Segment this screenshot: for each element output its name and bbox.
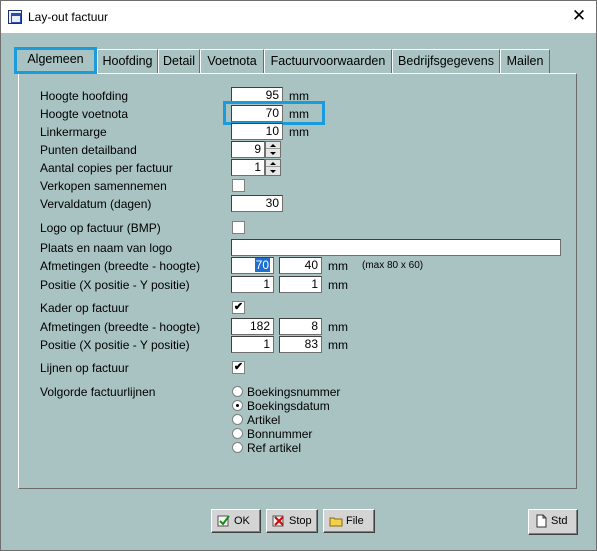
radio-circle[interactable]: [232, 386, 243, 397]
label-volgorde-factuurlijnen: Volgorde factuurlijnen: [40, 385, 156, 399]
linkermarge-input[interactable]: 10: [231, 123, 283, 140]
logo-breedte-input[interactable]: 70: [231, 257, 274, 274]
logo-y-input[interactable]: 1: [279, 276, 322, 293]
label-linkermarge: Linkermarge: [40, 125, 107, 139]
label-kader-op-factuur: Kader op factuur: [40, 301, 129, 315]
ok-check-icon: [217, 515, 230, 527]
label-logo-op-factuur: Logo op factuur (BMP): [40, 221, 161, 235]
unit-logo-positie: mm: [328, 278, 348, 292]
radio-label: Ref artikel: [247, 441, 302, 455]
stop-button[interactable]: Stop: [266, 509, 318, 533]
lijnen-op-factuur-checkbox[interactable]: ✔: [232, 361, 245, 374]
file-button[interactable]: File: [323, 509, 375, 533]
label-hoogte-hoofding: Hoogte hoofding: [40, 89, 129, 103]
title-bar[interactable]: Lay-out factuur ✕: [1, 1, 596, 33]
tab-bedrijfsgegevens[interactable]: Bedrijfsgegevens: [392, 49, 500, 73]
tab-voetnota[interactable]: Voetnota: [200, 49, 264, 73]
tab-factuurvoorwaarden[interactable]: Factuurvoorwaarden: [264, 49, 392, 73]
tab-algemeen[interactable]: Algemeen: [14, 47, 97, 74]
aantal-copies-input[interactable]: 1: [231, 159, 265, 176]
label-kader-positie: Positie (X positie - Y positie): [40, 338, 190, 352]
unit-logo-afmetingen: mm: [328, 259, 348, 273]
tab-detail[interactable]: Detail: [158, 49, 200, 73]
plaats-logo-input[interactable]: [231, 239, 561, 256]
label-logo-positie: Positie (X positie - Y positie): [40, 278, 190, 292]
label-plaats-logo: Plaats en naam van logo: [40, 241, 173, 255]
logo-max-note: (max 80 x 60): [362, 260, 424, 271]
radio-label: Boekingsdatum: [247, 399, 330, 413]
stop-label: Stop: [289, 515, 312, 527]
label-verkopen-samennemen: Verkopen samennemen: [40, 179, 167, 193]
hoogte-voetnota-input[interactable]: 70: [231, 105, 283, 122]
kader-hoogte-input[interactable]: 8: [279, 318, 322, 335]
spin-down-icon[interactable]: [266, 168, 280, 175]
radio-label: Bonnummer: [247, 427, 313, 441]
spin-down-icon[interactable]: [266, 150, 280, 157]
ok-label: OK: [234, 515, 250, 527]
label-lijnen-op-factuur: Lijnen op factuur: [40, 361, 129, 375]
kader-y-input[interactable]: 83: [279, 336, 322, 353]
unit-kader-afmetingen: mm: [328, 320, 348, 334]
hoogte-hoofding-input[interactable]: 95: [231, 87, 283, 104]
std-label: Std: [551, 515, 568, 527]
punten-detailband-input[interactable]: 9: [231, 141, 265, 158]
radio-circle[interactable]: [232, 400, 243, 411]
kader-breedte-input[interactable]: 182: [231, 318, 274, 335]
unit-linkermarge: mm: [289, 125, 309, 139]
std-button[interactable]: Std: [528, 509, 578, 535]
unit-kader-positie: mm: [328, 338, 348, 352]
label-hoogte-voetnota: Hoogte voetnota: [40, 107, 129, 121]
radio-circle[interactable]: [232, 442, 243, 453]
window-title: Lay-out factuur: [28, 10, 109, 24]
spin-up-icon[interactable]: [266, 160, 280, 167]
verkopen-samennemen-checkbox[interactable]: [232, 179, 245, 192]
dialog-window: Lay-out factuur ✕ Algemeen Hoofding Deta…: [0, 0, 597, 551]
document-icon: [536, 514, 547, 528]
radio-label: Boekingsnummer: [247, 385, 341, 399]
ok-button[interactable]: OK: [211, 509, 261, 533]
kader-op-factuur-checkbox[interactable]: ✔: [232, 301, 245, 314]
unit-hoogte-voetnota: mm: [289, 107, 309, 121]
app-icon: [8, 10, 22, 24]
stop-x-icon: [272, 515, 284, 527]
label-kader-afmetingen: Afmetingen (breedte - hoogte): [40, 320, 201, 334]
kader-x-input[interactable]: 1: [231, 336, 274, 353]
label-aantal-copies: Aantal copies per factuur: [40, 161, 173, 175]
radio-circle[interactable]: [232, 428, 243, 439]
label-punten-detailband: Punten detailband: [40, 143, 137, 157]
radio-circle[interactable]: [232, 414, 243, 425]
logo-op-factuur-checkbox[interactable]: [232, 221, 245, 234]
tab-mailen[interactable]: Mailen: [500, 49, 550, 73]
label-vervaldatum: Vervaldatum (dagen): [40, 197, 152, 211]
logo-hoogte-input[interactable]: 40: [279, 257, 322, 274]
folder-icon: [329, 517, 343, 527]
tab-hoofding[interactable]: Hoofding: [97, 49, 158, 73]
spin-up-icon[interactable]: [266, 142, 280, 149]
label-logo-afmetingen: Afmetingen (breedte - hoogte): [40, 259, 201, 273]
file-label: File: [346, 515, 364, 527]
close-icon[interactable]: ✕: [569, 6, 589, 26]
unit-hoogte-hoofding: mm: [289, 89, 309, 103]
aantal-copies-spinner[interactable]: [265, 159, 281, 176]
logo-breedte-selected-text: 70: [254, 258, 270, 272]
punten-detailband-spinner[interactable]: [265, 141, 281, 158]
vervaldatum-input[interactable]: 30: [231, 195, 283, 212]
logo-x-input[interactable]: 1: [231, 276, 274, 293]
radio-label: Artikel: [247, 413, 281, 427]
